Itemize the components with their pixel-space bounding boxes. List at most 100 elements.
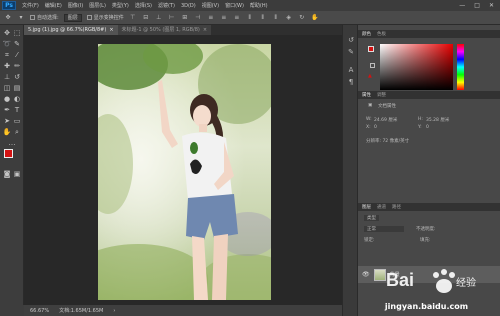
eyedropper-tool-icon[interactable]: ⁄	[12, 51, 22, 60]
shape-tool-icon[interactable]: ▭	[12, 117, 22, 126]
align-right-icon[interactable]: ⊣	[194, 14, 202, 21]
tab-properties[interactable]: 属性	[362, 92, 371, 98]
layer-filter-dropdown[interactable]: 类型	[364, 215, 379, 221]
menu-layer[interactable]: 图层(L)	[89, 2, 106, 9]
maximize-button[interactable]: □	[474, 2, 480, 9]
distribute-bottom-icon[interactable]: ≡	[233, 14, 241, 21]
lock-label: 锁定:	[364, 238, 375, 243]
tab-adjustments[interactable]: 调整	[377, 92, 386, 98]
tab-layers[interactable]: 图层	[362, 204, 371, 210]
menu-3d[interactable]: 3D(D)	[181, 3, 196, 9]
close-button[interactable]: ✕	[489, 2, 494, 9]
eraser-tool-icon[interactable]: ◫	[2, 84, 12, 93]
foreground-color-swatch[interactable]	[368, 46, 374, 52]
auto-select-dropdown[interactable]: 图层	[63, 13, 82, 22]
minimize-button[interactable]: —	[459, 2, 465, 9]
distribute-center-icon[interactable]: ⫴	[259, 14, 267, 21]
quick-select-tool-icon[interactable]: ✎	[12, 40, 22, 49]
distribute-right-icon[interactable]: ⫴	[272, 14, 280, 21]
web-safe-icon[interactable]	[370, 63, 375, 68]
eye-icon[interactable]: 👁	[362, 271, 370, 278]
width-value[interactable]: 24.69 厘米	[374, 117, 397, 123]
history-brush-icon[interactable]: ↺	[12, 73, 22, 82]
auto-select-checkbox[interactable]: 自动选择:	[30, 14, 59, 21]
quick-mask-icon[interactable]: ◙	[2, 170, 12, 179]
blend-mode-dropdown[interactable]: 正常	[364, 226, 404, 232]
photo-girl-in-park	[98, 44, 271, 300]
align-left-icon[interactable]: ⊢	[168, 14, 176, 21]
tab-paths[interactable]: 路径	[392, 204, 401, 210]
height-label: H:	[418, 117, 423, 122]
brush-panel-icon[interactable]: ✎	[346, 47, 356, 56]
history-panel-icon[interactable]: ↺	[346, 35, 356, 44]
brush-tool-icon[interactable]: ✏	[12, 62, 22, 71]
move-tool-icon[interactable]: ✥	[2, 29, 12, 38]
path-select-icon[interactable]: ➤	[2, 117, 12, 126]
3d-mode-icon[interactable]: ◈	[285, 14, 293, 21]
photoshop-logo: Ps	[2, 1, 16, 10]
align-bottom-icon[interactable]: ⊥	[155, 14, 163, 21]
zoom-level[interactable]: 66.67%	[30, 308, 49, 314]
more-tools-icon[interactable]: …	[7, 139, 17, 148]
dodge-tool-icon[interactable]: ◐	[12, 95, 22, 104]
align-top-icon[interactable]: ⊤	[129, 14, 137, 21]
character-panel-icon[interactable]: A	[346, 65, 356, 74]
chevron-down-icon[interactable]: ▾	[17, 14, 25, 21]
width-label: W:	[366, 117, 372, 122]
distribute-middle-icon[interactable]: ≡	[220, 14, 228, 21]
blur-tool-icon[interactable]: ●	[2, 95, 12, 104]
color-field[interactable]	[380, 44, 453, 90]
height-value[interactable]: 35.28 厘米	[426, 117, 449, 123]
tab-swatches[interactable]: 色板	[377, 31, 386, 37]
move-tool-icon[interactable]: ✥	[4, 14, 12, 21]
tab-document-1[interactable]: 5.jpg (1).jpg @ 66.7%(RGB/8#) ×	[24, 25, 118, 35]
foreground-color-swatch[interactable]	[4, 149, 13, 158]
type-tool-icon[interactable]: T	[12, 106, 22, 115]
show-transform-label: 显示变换控件	[93, 15, 124, 21]
y-value[interactable]: 0	[426, 125, 429, 130]
opacity-label: 不透明度:	[416, 227, 436, 232]
3d-rotate-icon[interactable]: ↻	[298, 14, 306, 21]
menu-view[interactable]: 视图(V)	[202, 2, 219, 9]
menu-type[interactable]: 类型(Y)	[112, 2, 129, 9]
hue-slider[interactable]	[457, 44, 464, 90]
close-icon[interactable]: ×	[203, 25, 207, 35]
properties-panel-header: 属性 调整	[358, 91, 500, 99]
screen-mode-icon[interactable]: ▣	[12, 170, 22, 179]
gradient-tool-icon[interactable]: ▤	[12, 84, 22, 93]
tab-label: 5.jpg (1).jpg @ 66.7%(RGB/8#)	[28, 27, 107, 33]
menu-edit[interactable]: 编辑(E)	[45, 2, 62, 9]
lasso-tool-icon[interactable]: ➰	[2, 40, 12, 49]
align-middle-icon[interactable]: ⊟	[142, 14, 150, 21]
distribute-left-icon[interactable]: ⫴	[246, 14, 254, 21]
menu-filter[interactable]: 滤镜(T)	[158, 2, 175, 9]
distribute-top-icon[interactable]: ≡	[207, 14, 215, 21]
menu-window[interactable]: 窗口(W)	[225, 2, 244, 9]
menu-help[interactable]: 帮助(H)	[250, 2, 268, 9]
clone-stamp-icon[interactable]: ⊥	[2, 73, 12, 82]
hand-tool-icon[interactable]: ✋	[2, 128, 12, 137]
zoom-tool-icon[interactable]: ⌕	[12, 128, 22, 137]
menu-image[interactable]: 图像(I)	[68, 2, 83, 9]
tab-document-2[interactable]: 未标题-1 @ 50% (图层 1, RGB/8) ×	[117, 25, 212, 35]
close-icon[interactable]: ×	[109, 25, 113, 35]
align-center-icon[interactable]: ⊞	[181, 14, 189, 21]
paragraph-panel-icon[interactable]: ¶	[346, 77, 356, 86]
layers-panel-header: 图层 通道 路径	[358, 203, 500, 211]
healing-brush-icon[interactable]: ✚	[2, 62, 12, 71]
pen-tool-icon[interactable]: ✒	[2, 106, 12, 115]
crop-tool-icon[interactable]: ⌗	[2, 51, 12, 60]
document-image[interactable]	[98, 44, 271, 300]
marquee-tool-icon[interactable]: ⬚	[12, 29, 22, 38]
y-label: Y:	[418, 125, 422, 130]
menu-select[interactable]: 选择(S)	[135, 2, 152, 9]
chevron-right-icon[interactable]: ›	[113, 308, 115, 314]
document-icon: ▣	[368, 103, 373, 108]
3d-pan-icon[interactable]: ✋	[311, 14, 319, 21]
tab-channels[interactable]: 通道	[377, 204, 386, 210]
x-label: X:	[366, 125, 371, 130]
menu-file[interactable]: 文件(F)	[22, 2, 39, 9]
x-value[interactable]: 0	[374, 125, 377, 130]
show-transform-checkbox[interactable]: 显示变换控件	[86, 14, 124, 21]
tab-color[interactable]: 颜色	[362, 31, 371, 37]
